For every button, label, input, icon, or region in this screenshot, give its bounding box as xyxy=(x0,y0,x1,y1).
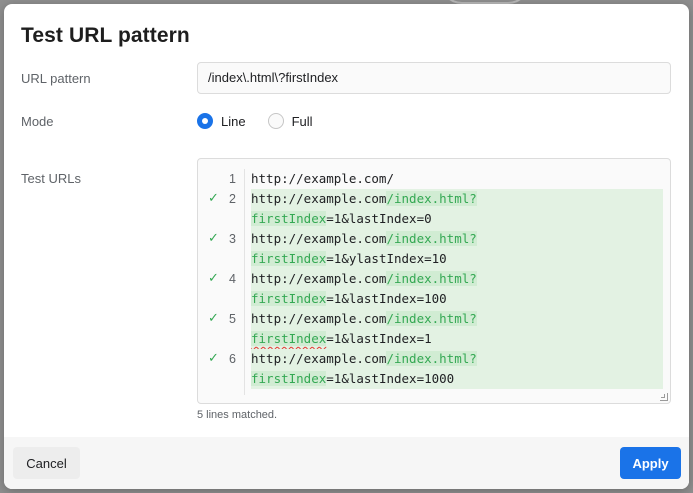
line-number: 6 xyxy=(229,352,236,366)
match-highlight: /index.html? xyxy=(386,191,477,206)
line-number: 5 xyxy=(229,312,236,326)
line-text: =1&lastIndex=1 xyxy=(326,331,432,346)
match-highlight: firstIndex xyxy=(251,211,327,226)
line-content-wrap: firstIndex=1&lastIndex=0 xyxy=(251,209,663,229)
mode-label: Mode xyxy=(21,114,54,129)
resize-handle[interactable] xyxy=(660,393,668,401)
line-text: http://example.com xyxy=(251,351,387,366)
line-text: http://example.com xyxy=(251,271,387,286)
url-pattern-label: URL pattern xyxy=(21,71,91,86)
match-highlight: firstIndex xyxy=(251,291,327,306)
check-icon: ✓ xyxy=(208,271,219,286)
check-icon: ✓ xyxy=(208,191,219,206)
spellcheck-highlight: firstIndex xyxy=(251,331,327,346)
match-highlight: firstIndex xyxy=(251,251,327,266)
check-icon: ✓ xyxy=(208,231,219,246)
radio-line[interactable] xyxy=(197,113,213,129)
test-urls-editor[interactable]: 1 http://example.com/ ✓ 2 http://example… xyxy=(197,158,671,404)
mode-radio-group: Line Full xyxy=(197,111,335,131)
test-urls-label: Test URLs xyxy=(21,171,81,186)
line-text: http://example.com/ xyxy=(251,171,394,186)
line-text: =1&lastIndex=100 xyxy=(326,291,447,306)
test-url-pattern-dialog: Test URL pattern URL pattern /index\.htm… xyxy=(4,4,689,489)
line-content: http://example.com/index.html? xyxy=(251,309,663,329)
match-highlight: /index.html? xyxy=(386,231,477,246)
mode-option-line[interactable]: Line xyxy=(197,113,246,129)
dialog-title: Test URL pattern xyxy=(21,24,190,47)
line-content-wrap: firstIndex=1&ylastIndex=10 xyxy=(251,249,663,269)
mode-option-full-label: Full xyxy=(291,113,313,129)
check-icon: ✓ xyxy=(208,351,219,366)
line-number: 4 xyxy=(229,272,236,286)
line-content: http://example.com/index.html? xyxy=(251,349,663,369)
line-text: http://example.com xyxy=(251,231,387,246)
line-content: http://example.com/index.html? xyxy=(251,269,663,289)
line-number: 2 xyxy=(229,192,236,206)
match-highlight: /index.html? xyxy=(386,311,477,326)
line-number: 3 xyxy=(229,232,236,246)
gutter-separator xyxy=(244,169,245,395)
line-content-wrap: firstIndex=1&lastIndex=1000 xyxy=(251,369,663,389)
line-text: http://example.com xyxy=(251,191,387,206)
match-highlight: /index.html? xyxy=(386,271,477,286)
mode-option-line-label: Line xyxy=(221,113,246,129)
line-content-wrap: firstIndex=1&lastIndex=100 xyxy=(251,289,663,309)
line-content: http://example.com/ xyxy=(251,169,663,189)
cancel-button[interactable]: Cancel xyxy=(13,447,80,479)
line-text: http://example.com xyxy=(251,311,387,326)
match-highlight: /index.html? xyxy=(386,351,477,366)
line-content: http://example.com/index.html? xyxy=(251,229,663,249)
radio-full[interactable] xyxy=(267,113,284,129)
line-text: =1&lastIndex=1000 xyxy=(326,371,455,386)
line-content-wrap: firstIndex=1&lastIndex=1 xyxy=(251,329,663,349)
match-highlight: firstIndex xyxy=(251,371,327,386)
dialog-footer: Cancel Apply xyxy=(4,437,689,489)
line-text: =1&ylastIndex=10 xyxy=(326,251,447,266)
mode-option-full[interactable]: Full xyxy=(267,113,313,129)
apply-button[interactable]: Apply xyxy=(620,447,681,479)
line-number: 1 xyxy=(229,172,236,186)
line-content: http://example.com/index.html? xyxy=(251,189,663,209)
check-icon: ✓ xyxy=(208,311,219,326)
url-pattern-input[interactable]: /index\.html\?firstIndex xyxy=(197,62,671,94)
match-status: 5 lines matched. xyxy=(197,409,278,421)
line-text: =1&lastIndex=0 xyxy=(326,211,432,226)
